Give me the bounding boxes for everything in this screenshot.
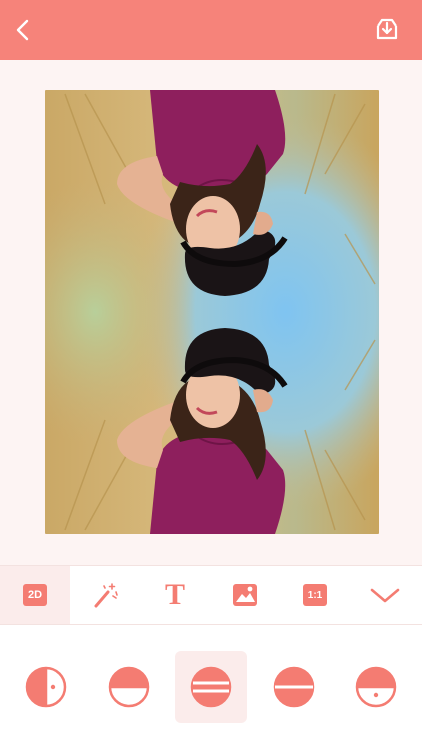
magic-wand-icon (94, 583, 118, 608)
mode-center-band-button[interactable] (258, 651, 330, 723)
editor-canvas (0, 60, 422, 565)
tool-aspect-ratio-button[interactable]: 1:1 (280, 566, 350, 624)
split-vertical-mirror-icon (25, 666, 67, 708)
mode-top-bottom-button[interactable] (340, 651, 412, 723)
mirror-mode-bar (0, 625, 422, 750)
tool-text-button[interactable]: T (140, 566, 210, 624)
mode-bottom-half-button[interactable] (175, 651, 247, 723)
split-horizontal-top-icon (108, 666, 150, 708)
checkmark-icon (370, 588, 400, 603)
aspect-ratio-label: 1:1 (303, 584, 327, 606)
tool-magic-wand-button[interactable] (70, 566, 140, 624)
mirrored-photo[interactable] (45, 90, 379, 534)
save-to-device-icon (376, 18, 398, 40)
back-button[interactable] (10, 16, 38, 44)
mode-left-right-button[interactable] (10, 651, 82, 723)
text-icon: T (164, 578, 185, 611)
split-horizontal-center-icon (273, 666, 315, 708)
tool-2d-button[interactable]: 2D (0, 566, 70, 624)
chevron-left-icon (16, 19, 29, 41)
top-bar (0, 0, 422, 60)
tool-confirm-button[interactable] (350, 566, 420, 624)
split-horizontal-bottom-icon (190, 666, 232, 708)
split-horizontal-dot-icon (355, 666, 397, 708)
tool-image-button[interactable] (210, 566, 280, 624)
image-icon (233, 584, 257, 606)
save-button[interactable] (372, 14, 402, 44)
mode-top-half-button[interactable] (93, 651, 165, 723)
tool-2d-label: 2D (23, 584, 47, 606)
tool-bar: 2D T 1:1 (0, 565, 422, 625)
